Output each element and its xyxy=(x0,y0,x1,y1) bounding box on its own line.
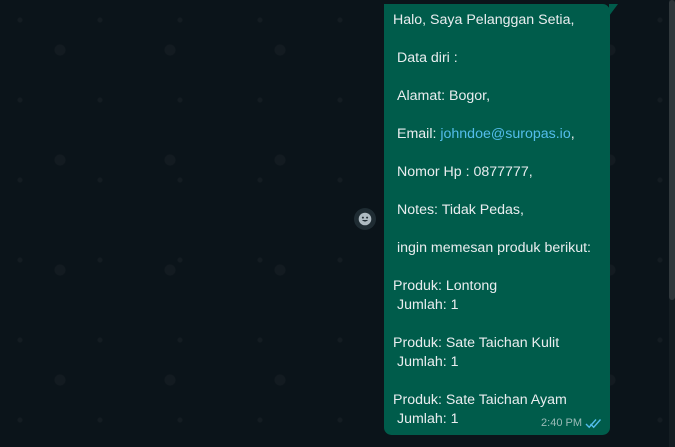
order-item-product: Produk: Sate Taichan Kulit xyxy=(393,335,560,351)
react-button[interactable] xyxy=(354,208,376,230)
message-meta: 2:40 PM xyxy=(541,416,602,431)
smiley-icon xyxy=(358,212,372,226)
scrollbar-thumb[interactable] xyxy=(669,0,675,300)
order-item-product: Produk: Lontong xyxy=(393,278,498,294)
chat-scrollbar[interactable] xyxy=(669,0,675,447)
message-time: 2:40 PM xyxy=(541,417,582,429)
message-alamat: Alamat: Bogor, xyxy=(397,88,491,104)
message-order-intro: ingin memesan produk berikut: xyxy=(397,240,591,256)
order-item-qty: Jumlah: 1 xyxy=(397,354,459,370)
email-label: Email: xyxy=(397,126,441,142)
message-data-diri: Data diri : xyxy=(397,50,458,66)
order-item-qty: Jumlah: 1 xyxy=(397,297,459,313)
outgoing-message-bubble[interactable]: Halo, Saya Pelanggan Setia, Data diri : … xyxy=(384,4,618,435)
chat-panel: Halo, Saya Pelanggan Setia, Data diri : … xyxy=(0,0,675,447)
double-check-read-icon xyxy=(585,419,602,429)
message-notes: Notes: Tidak Pedas, xyxy=(397,202,524,218)
order-item-product: Produk: Sate Taichan Ayam xyxy=(393,392,567,408)
message-email-line: Email: johndoe@suropas.io, xyxy=(393,125,602,144)
message-phone: Nomor Hp : 0877777, xyxy=(397,164,533,180)
email-suffix: , xyxy=(570,126,575,142)
email-link[interactable]: johndoe@suropas.io xyxy=(440,126,570,142)
message-greeting: Halo, Saya Pelanggan Setia, xyxy=(393,12,575,28)
